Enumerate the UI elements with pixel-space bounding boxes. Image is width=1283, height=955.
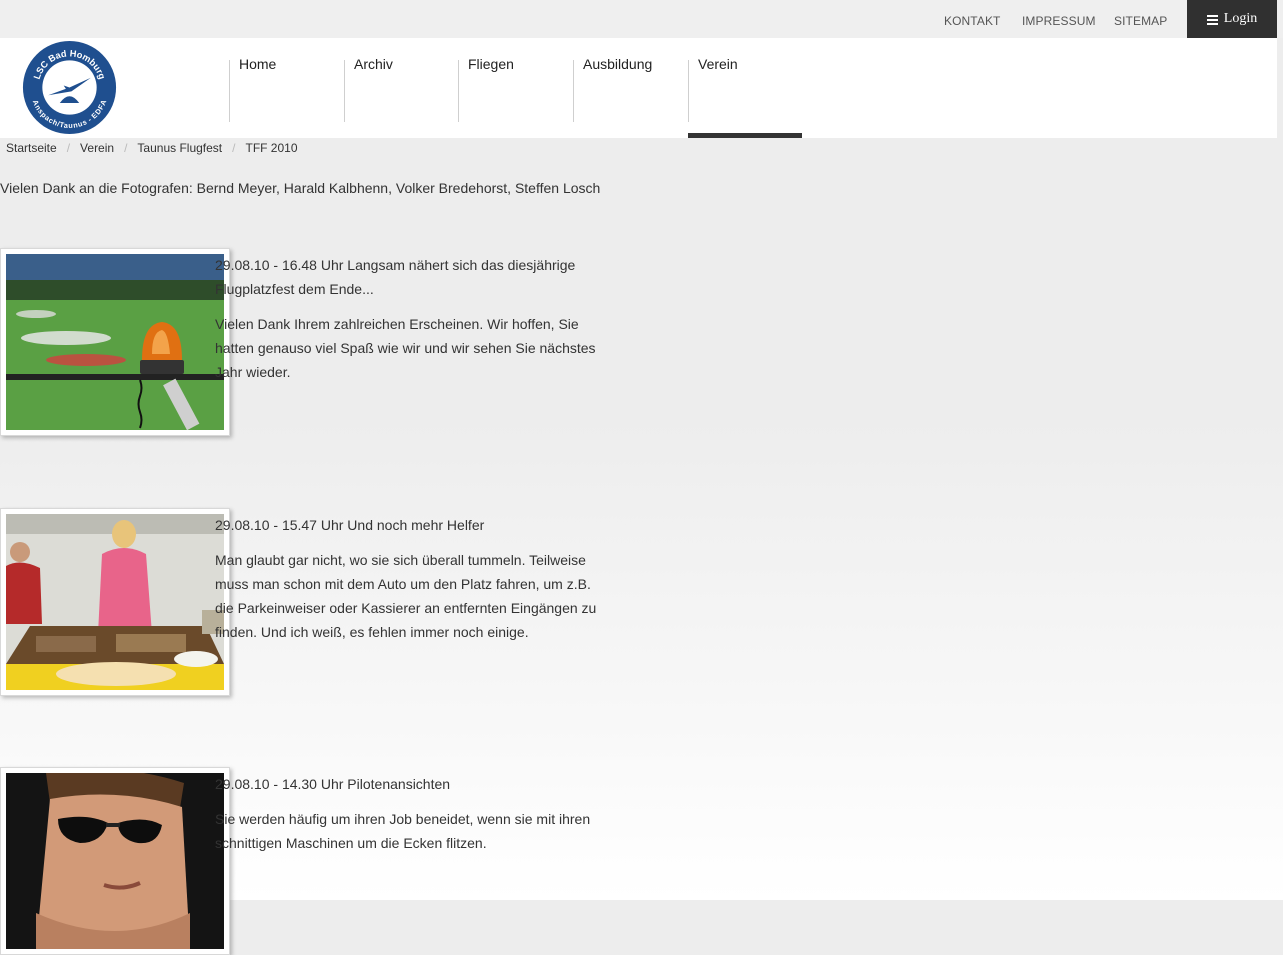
login-label: Login [1223,11,1258,26]
kontakt-link[interactable]: KONTAKT [944,14,1000,28]
active-nav-indicator [688,133,802,138]
nav-item-fliegen[interactable]: Fliegen [458,38,572,138]
breadcrumb-taunus-flugfest[interactable]: Taunus Flugfest [137,141,222,155]
impressum-link[interactable]: IMPRESSUM [1022,14,1096,28]
breadcrumb: Startseite / Verein / Taunus Flugfest / … [6,141,298,155]
nav-label: Verein [698,56,738,72]
article-text: 29.08.10 - 14.30 Uhr Pilotenansichten Si… [215,772,607,866]
beacon-photo-icon [6,254,224,430]
breadcrumb-startseite[interactable]: Startseite [6,141,57,155]
article-title: 29.08.10 - 16.48 Uhr Langsam nähert sich… [215,257,576,297]
logo-emblem-icon: LSC Bad Homburg Anspach/Taunus - EDFA [22,40,117,135]
article-thumbnail[interactable] [0,508,230,696]
article-text: 29.08.10 - 16.48 Uhr Langsam nähert sich… [215,253,607,395]
article-body: Vielen Dank Ihrem zahlreichen Erscheinen… [215,316,596,380]
article-text: 29.08.10 - 15.47 Uhr Und noch mehr Helfe… [215,513,607,655]
nav-label: Home [239,56,277,72]
breadcrumb-verein[interactable]: Verein [80,141,114,155]
article-title: 29.08.10 - 15.47 Uhr Und noch mehr Helfe… [215,517,485,533]
pilot-photo-icon [6,773,224,949]
article-body: Man glaubt gar nicht, wo sie sich überal… [215,552,597,640]
breadcrumb-current: TFF 2010 [245,141,298,155]
nav-item-verein[interactable]: Verein [688,38,802,138]
article-thumbnail[interactable] [0,248,230,436]
nav-label: Fliegen [468,56,514,72]
sitemap-link[interactable]: SITEMAP [1114,14,1167,28]
nav-label: Archiv [354,56,393,72]
club-logo[interactable]: LSC Bad Homburg Anspach/Taunus - EDFA [21,39,118,136]
nav-item-home[interactable]: Home [229,38,343,138]
site-header: LSC Bad Homburg Anspach/Taunus - EDFA Ho… [0,38,1277,138]
article-thumbnail[interactable] [0,767,230,955]
intro-text: Vielen Dank an die Fotografen: Bernd Mey… [0,180,601,196]
top-utility-bar: KONTAKT IMPRESSUM SITEMAP Login [0,0,1283,38]
nav-item-ausbildung[interactable]: Ausbildung [573,38,687,138]
hamburger-icon [1206,14,1218,25]
nav-item-archiv[interactable]: Archiv [344,38,458,138]
login-button[interactable]: Login [1187,0,1277,38]
article-title: 29.08.10 - 14.30 Uhr Pilotenansichten [215,776,451,792]
helpers-photo-icon [6,514,224,690]
nav-label: Ausbildung [583,56,653,72]
article-body: Sie werden häufig um ihren Job beneidet,… [215,811,591,851]
